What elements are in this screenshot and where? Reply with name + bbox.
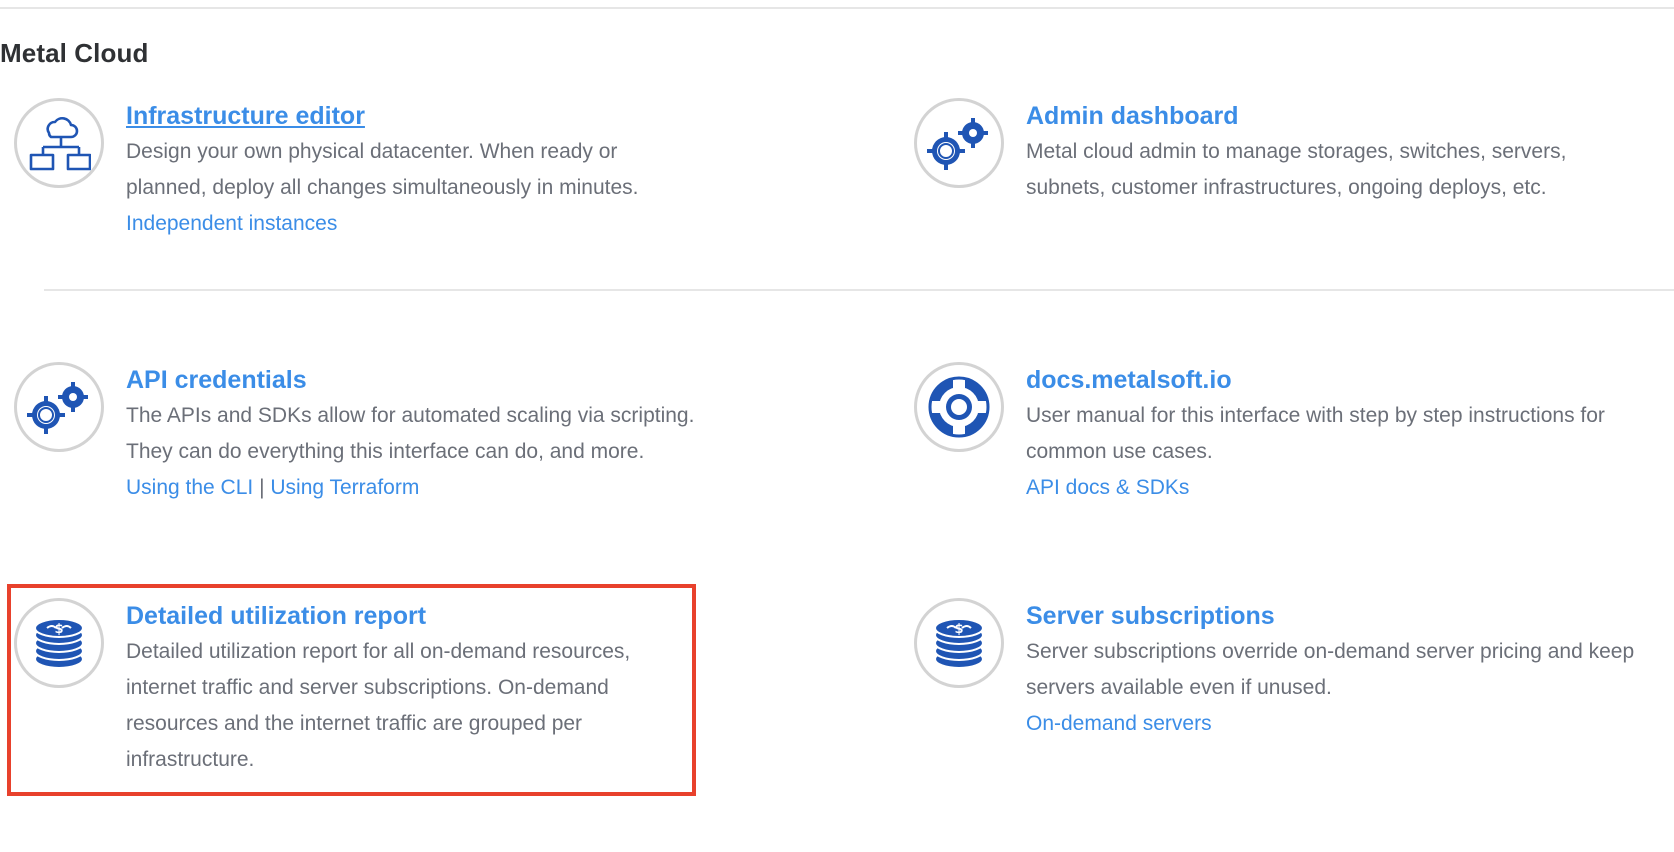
card-body: API credentials The APIs and SDKs allow … [126, 365, 706, 506]
card-body: docs.metalsoft.io User manual for this i… [1026, 365, 1606, 506]
independent-instances-link[interactable]: Independent instances [126, 212, 337, 235]
api-docs-sdks-link[interactable]: API docs & SDKs [1026, 476, 1189, 499]
server-subscriptions-link[interactable]: Server subscriptions [1026, 601, 1606, 631]
admin-dashboard-description: Metal cloud admin to manage storages, sw… [1026, 140, 1567, 199]
svg-text:$: $ [54, 622, 63, 637]
infrastructure-editor-description: Design your own physical datacenter. Whe… [126, 140, 639, 199]
card-body: Admin dashboard Metal cloud admin to man… [1026, 101, 1606, 206]
section-divider [44, 289, 1674, 291]
api-credentials-description: The APIs and SDKs allow for automated sc… [126, 404, 695, 463]
lifebuoy-icon [914, 362, 1004, 452]
card-body: Server subscriptions Server subscription… [1026, 601, 1634, 742]
infrastructure-editor-link[interactable]: Infrastructure editor [126, 101, 706, 131]
utilization-report-description: Detailed utilization report for all on-d… [126, 640, 631, 771]
admin-dashboard-link[interactable]: Admin dashboard [1026, 101, 1606, 131]
server-subscriptions-description: Server subscriptions override on-demand … [1026, 640, 1635, 699]
using-terraform-link[interactable]: Using Terraform [270, 476, 419, 499]
coin-stack-icon: $ [914, 598, 1004, 688]
server-subscriptions-links: On-demand servers [1026, 706, 1606, 742]
gears-icon [14, 362, 104, 452]
utilization-report-link[interactable]: Detailed utilization report [126, 601, 706, 631]
coin-stack-icon: $ [14, 598, 104, 688]
docs-links: API docs & SDKs [1026, 470, 1606, 506]
link-separator: | [253, 476, 271, 499]
card-body: Detailed utilization report Detailed uti… [126, 601, 706, 778]
infrastructure-editor-links: Independent instances [126, 206, 706, 242]
docs-description: User manual for this interface with step… [1026, 404, 1605, 463]
api-credentials-link[interactable]: API credentials [126, 365, 706, 395]
svg-text:$: $ [954, 622, 963, 637]
api-credentials-links: Using the CLI | Using Terraform [126, 470, 706, 506]
gears-icon [914, 98, 1004, 188]
network-cloud-icon [14, 98, 104, 188]
docs-link[interactable]: docs.metalsoft.io [1026, 365, 1606, 395]
card-body: Infrastructure editor Design your own ph… [126, 101, 706, 242]
using-the-cli-link[interactable]: Using the CLI [126, 476, 253, 499]
section-title: Metal Cloud [0, 38, 149, 68]
top-divider [0, 7, 1674, 9]
on-demand-servers-link[interactable]: On-demand servers [1026, 712, 1212, 735]
